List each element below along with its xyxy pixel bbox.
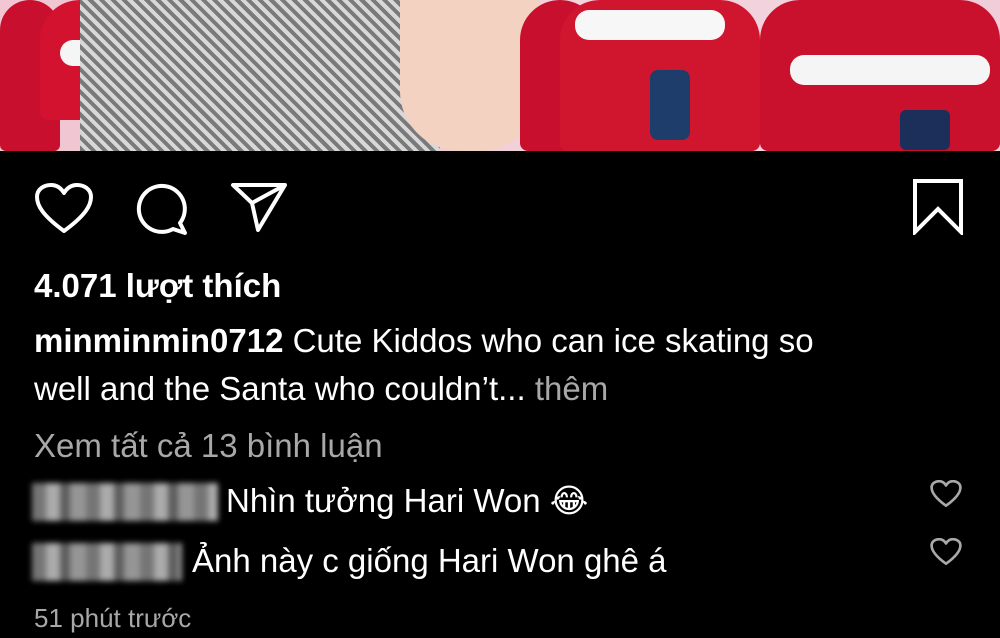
caption-text-2: well and the Santa who couldn’t... [34, 370, 526, 407]
bookmark-icon[interactable] [912, 179, 964, 235]
comment-like-heart-icon[interactable] [930, 480, 962, 508]
comment-icon[interactable] [133, 181, 189, 237]
post-username[interactable]: minminmin0712 [34, 322, 283, 359]
photo-fur-trim-3 [790, 55, 990, 85]
caption-line-2: well and the Santa who couldn’t... thêm [34, 369, 608, 409]
photo-skate-2 [900, 110, 950, 150]
caption-text-1: Cute Kiddos who can ice skating so [292, 322, 814, 359]
photo-fur-trim-2 [575, 10, 725, 40]
send-icon[interactable] [230, 181, 288, 233]
view-all-comments-link[interactable]: Xem tất cả 13 bình luận [34, 426, 383, 466]
caption-line-1: minminmin0712 Cute Kiddos who can ice sk… [34, 321, 814, 361]
comment-like-heart-icon[interactable] [930, 538, 962, 566]
comment-text: Ảnh này c giống Hari Won ghê á [192, 542, 667, 579]
blurred-commenter-name [32, 543, 182, 581]
photo-skin-arm [400, 0, 540, 151]
likes-count[interactable]: 4.071 lượt thích [34, 266, 281, 306]
post-photo[interactable] [0, 0, 1000, 151]
blurred-commenter-name [32, 483, 218, 521]
comment-text: Nhìn tưởng Hari Won 😂 [226, 482, 589, 519]
heart-icon[interactable] [34, 183, 94, 235]
photo-skate [650, 70, 690, 140]
post-timestamp: 51 phút trước [34, 603, 192, 633]
photo-plaid-coat [80, 0, 440, 151]
more-link[interactable]: thêm [535, 370, 608, 407]
